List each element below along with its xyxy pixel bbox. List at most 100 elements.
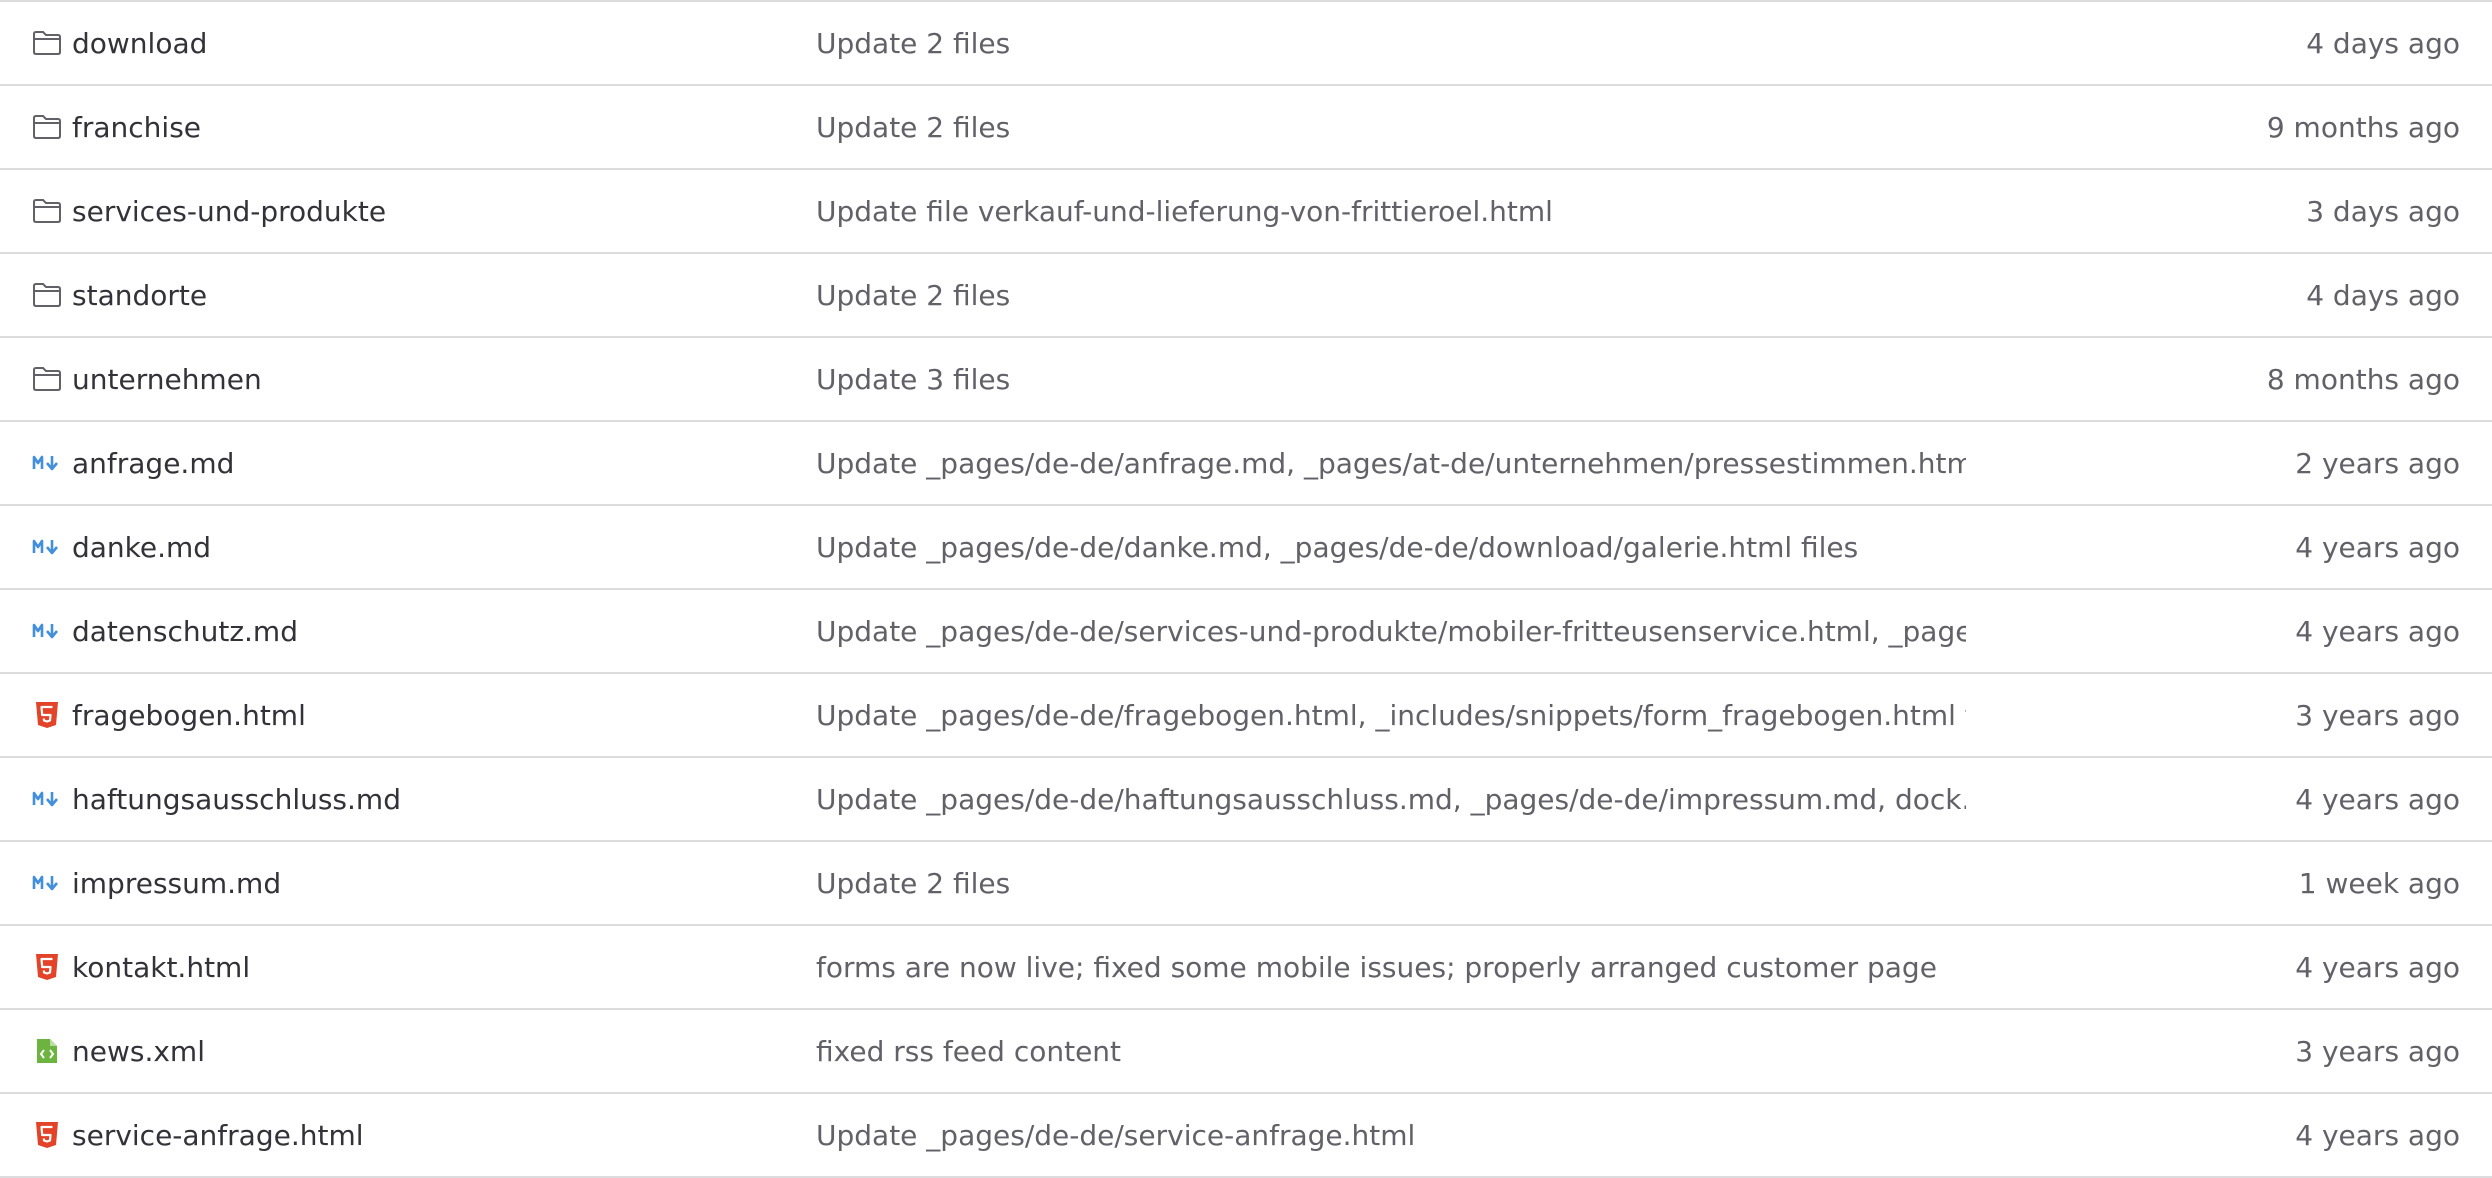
last-update-time: 4 years ago bbox=[2295, 950, 2460, 984]
file-name-cell: anfrage.md bbox=[32, 422, 234, 504]
last-commit-cell: Update _pages/de-de/haftungsausschluss.m… bbox=[816, 758, 1966, 840]
last-update-cell: 2 years ago bbox=[2295, 422, 2460, 504]
last-commit-cell: Update _pages/de-de/anfrage.md, _pages/a… bbox=[816, 422, 1966, 504]
file-name-link[interactable]: service-anfrage.html bbox=[72, 1119, 364, 1152]
table-row: fragebogen.html Update _pages/de-de/frage… bbox=[0, 674, 2492, 758]
file-name-cell: news.xml bbox=[32, 1010, 205, 1092]
commit-message-link[interactable]: Update _pages/de-de/danke.md, _pages/de-… bbox=[816, 531, 1858, 564]
file-name-link[interactable]: impressum.md bbox=[72, 867, 281, 900]
table-row: unternehmen Update 3 files 8 months ago bbox=[0, 338, 2492, 422]
table-row: service-anfrage.html Update _pages/de-de/… bbox=[0, 1094, 2492, 1178]
file-name-link[interactable]: unternehmen bbox=[72, 363, 262, 396]
last-update-cell: 4 years ago bbox=[2295, 758, 2460, 840]
last-update-cell: 1 week ago bbox=[2299, 842, 2460, 924]
last-update-time: 4 years ago bbox=[2295, 1118, 2460, 1152]
last-update-time: 9 months ago bbox=[2266, 110, 2460, 144]
file-name-link[interactable]: danke.md bbox=[72, 531, 211, 564]
table-row: news.xml fixed rss feed content 3 years ag… bbox=[0, 1010, 2492, 1094]
file-name-link[interactable]: kontakt.html bbox=[72, 951, 250, 984]
commit-message-link[interactable]: Update 2 files bbox=[816, 27, 1010, 60]
folder-icon bbox=[32, 28, 62, 58]
last-commit-cell: forms are now live; fixed some mobile is… bbox=[816, 926, 1937, 1008]
last-update-time: 4 days ago bbox=[2306, 26, 2460, 60]
last-update-time: 8 months ago bbox=[2266, 362, 2460, 396]
folder-icon bbox=[32, 196, 62, 226]
commit-message-link[interactable]: Update _pages/de-de/haftungsausschluss.m… bbox=[816, 783, 1966, 816]
last-commit-cell: Update file verkauf-und-lieferung-von-fr… bbox=[816, 170, 1553, 252]
last-update-time: 3 years ago bbox=[2295, 1034, 2460, 1068]
file-name-cell: fragebogen.html bbox=[32, 674, 306, 756]
commit-message-link[interactable]: Update 2 files bbox=[816, 867, 1010, 900]
file-name-link[interactable]: datenschutz.md bbox=[72, 615, 298, 648]
last-update-cell: 3 years ago bbox=[2295, 674, 2460, 756]
commit-message-link[interactable]: forms are now live; fixed some mobile is… bbox=[816, 951, 1937, 984]
last-update-time: 4 years ago bbox=[2295, 530, 2460, 564]
file-name-link[interactable]: standorte bbox=[72, 279, 207, 312]
file-name-link[interactable]: fragebogen.html bbox=[72, 699, 306, 732]
file-name-link[interactable]: news.xml bbox=[72, 1035, 205, 1068]
commit-message-link[interactable]: Update _pages/de-de/services-und-produkt… bbox=[816, 615, 1966, 648]
code-file-icon bbox=[32, 1036, 62, 1066]
table-row: download Update 2 files 4 days ago bbox=[0, 2, 2492, 86]
last-update-cell: 9 months ago bbox=[2267, 86, 2460, 168]
last-commit-cell: Update 2 files bbox=[816, 2, 1010, 84]
file-name-cell: kontakt.html bbox=[32, 926, 250, 1008]
last-update-time: 4 years ago bbox=[2295, 782, 2460, 816]
last-commit-cell: fixed rss feed content bbox=[816, 1010, 1121, 1092]
commit-message-link[interactable]: Update file verkauf-und-lieferung-von-fr… bbox=[816, 195, 1553, 228]
last-update-time: 1 week ago bbox=[2298, 866, 2460, 900]
last-update-time: 4 days ago bbox=[2306, 278, 2460, 312]
last-commit-cell: Update _pages/de-de/services-und-produkt… bbox=[816, 590, 1966, 672]
last-update-time: 2 years ago bbox=[2295, 446, 2460, 480]
file-name-link[interactable]: haftungsausschluss.md bbox=[72, 783, 401, 816]
table-row: danke.md Update _pages/de-de/danke.md, _p… bbox=[0, 506, 2492, 590]
file-name-link[interactable]: download bbox=[72, 27, 207, 60]
markdown-icon bbox=[32, 532, 62, 562]
file-name-cell: haftungsausschluss.md bbox=[32, 758, 401, 840]
commit-message-link[interactable]: Update _pages/de-de/anfrage.md, _pages/a… bbox=[816, 447, 1966, 480]
file-name-cell: datenschutz.md bbox=[32, 590, 298, 672]
last-update-cell: 3 days ago bbox=[2306, 170, 2460, 252]
html5-icon bbox=[32, 700, 62, 730]
file-name-cell: download bbox=[32, 2, 207, 84]
last-commit-cell: Update _pages/de-de/fragebogen.html, _in… bbox=[816, 674, 1966, 756]
last-commit-cell: Update _pages/de-de/danke.md, _pages/de-… bbox=[816, 506, 1858, 588]
last-commit-cell: Update 2 files bbox=[816, 842, 1010, 924]
last-commit-cell: Update 2 files bbox=[816, 254, 1010, 336]
file-name-cell: impressum.md bbox=[32, 842, 281, 924]
file-name-cell: standorte bbox=[32, 254, 207, 336]
table-row: datenschutz.md Update _pages/de-de/servic… bbox=[0, 590, 2492, 674]
last-update-cell: 4 years ago bbox=[2295, 590, 2460, 672]
last-update-time: 4 years ago bbox=[2295, 614, 2460, 648]
folder-icon bbox=[32, 112, 62, 142]
last-update-cell: 4 years ago bbox=[2295, 1094, 2460, 1176]
file-name-cell: unternehmen bbox=[32, 338, 262, 420]
file-name-link[interactable]: services-und-produkte bbox=[72, 195, 386, 228]
commit-message-link[interactable]: Update _pages/de-de/fragebogen.html, _in… bbox=[816, 699, 1966, 732]
commit-message-link[interactable]: Update 2 files bbox=[816, 279, 1010, 312]
file-name-cell: danke.md bbox=[32, 506, 211, 588]
table-row: services-und-produkte Update file verkauf… bbox=[0, 170, 2492, 254]
commit-message-link[interactable]: Update 3 files bbox=[816, 363, 1010, 396]
file-name-cell: service-anfrage.html bbox=[32, 1094, 364, 1176]
markdown-icon bbox=[32, 448, 62, 478]
last-update-cell: 4 years ago bbox=[2295, 926, 2460, 1008]
html5-icon bbox=[32, 952, 62, 982]
table-row: impressum.md Update 2 files 1 week ago bbox=[0, 842, 2492, 926]
last-commit-cell: Update _pages/de-de/service-anfrage.html bbox=[816, 1094, 1415, 1176]
commit-message-link[interactable]: Update 2 files bbox=[816, 111, 1010, 144]
file-name-link[interactable]: franchise bbox=[72, 111, 201, 144]
file-name-link[interactable]: anfrage.md bbox=[72, 447, 234, 480]
folder-icon bbox=[32, 364, 62, 394]
commit-message-link[interactable]: fixed rss feed content bbox=[816, 1035, 1121, 1068]
last-update-cell: 3 years ago bbox=[2295, 1010, 2460, 1092]
table-row: franchise Update 2 files 9 months ago bbox=[0, 86, 2492, 170]
last-update-cell: 4 days ago bbox=[2306, 254, 2460, 336]
file-tree-table: download Update 2 files 4 days ago franchis… bbox=[0, 0, 2492, 1178]
last-commit-cell: Update 3 files bbox=[816, 338, 1010, 420]
markdown-icon bbox=[32, 616, 62, 646]
last-update-cell: 4 days ago bbox=[2306, 2, 2460, 84]
last-update-time: 3 years ago bbox=[2295, 698, 2460, 732]
commit-message-link[interactable]: Update _pages/de-de/service-anfrage.html bbox=[816, 1119, 1415, 1152]
file-name-cell: services-und-produkte bbox=[32, 170, 386, 252]
